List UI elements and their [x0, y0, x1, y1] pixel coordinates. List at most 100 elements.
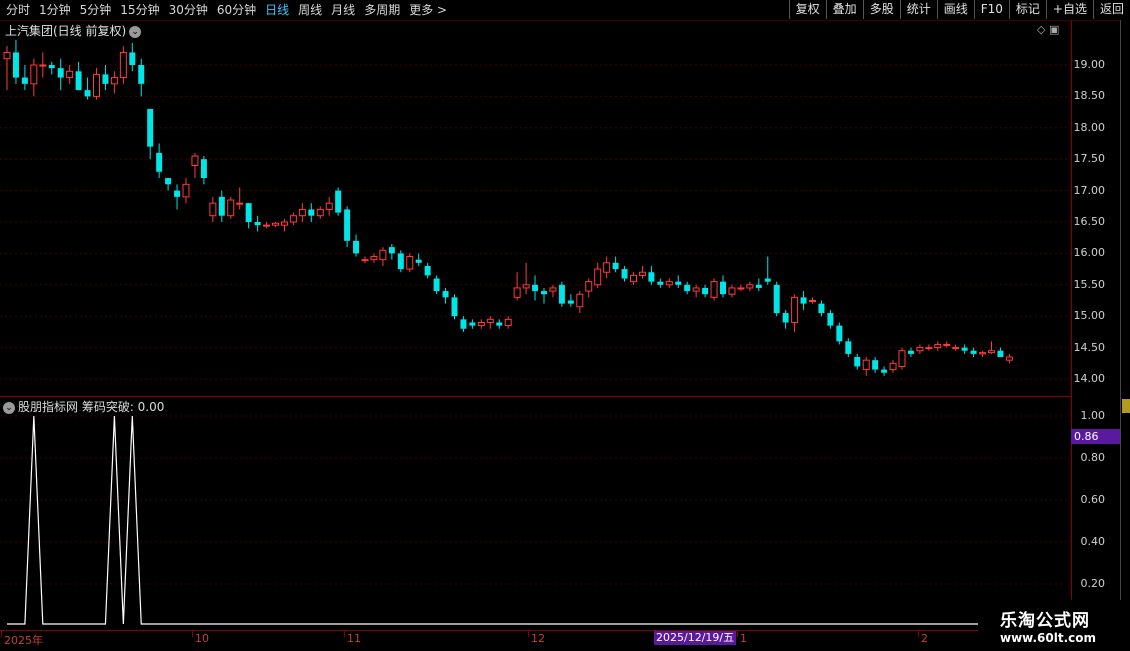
candle[interactable] [280, 218, 288, 232]
candle[interactable] [12, 39, 19, 84]
candle[interactable] [21, 65, 28, 91]
period-tab-0[interactable]: 分时 [6, 2, 30, 18]
candle[interactable] [585, 278, 593, 298]
candle[interactable] [773, 281, 780, 317]
candle[interactable] [684, 281, 691, 295]
candle[interactable] [791, 294, 799, 332]
candle[interactable] [451, 294, 458, 320]
candle[interactable] [576, 291, 584, 314]
candle[interactable] [298, 203, 306, 222]
candle[interactable] [66, 65, 74, 84]
candle[interactable] [889, 360, 897, 373]
candle[interactable] [442, 287, 449, 304]
period-tab-10[interactable]: 更多 > [409, 2, 447, 18]
candle[interactable] [460, 316, 467, 332]
indicator-chart[interactable] [0, 397, 1071, 630]
candle[interactable] [934, 341, 942, 351]
period-tab-8[interactable]: 月线 [331, 2, 355, 18]
candle[interactable] [845, 338, 852, 358]
candle[interactable] [102, 65, 109, 91]
candle[interactable] [692, 284, 700, 298]
candle[interactable] [665, 278, 673, 288]
price-chart[interactable] [0, 20, 1071, 396]
candle[interactable] [182, 178, 190, 204]
candle[interactable] [630, 272, 637, 285]
candle[interactable] [200, 156, 207, 185]
candle[interactable] [84, 77, 91, 100]
candle[interactable] [952, 344, 960, 351]
candle[interactable] [737, 284, 745, 292]
candle[interactable] [191, 152, 199, 179]
candle[interactable] [477, 319, 485, 329]
candle[interactable] [129, 43, 136, 72]
candle[interactable] [988, 341, 995, 354]
candle[interactable] [513, 272, 521, 301]
toolbar-button-5[interactable]: F10 [973, 0, 1009, 19]
candle[interactable] [254, 215, 261, 232]
candle[interactable] [496, 319, 503, 329]
candle[interactable] [809, 297, 816, 304]
period-tab-3[interactable]: 15分钟 [120, 2, 159, 18]
candle[interactable] [308, 203, 315, 222]
toolbar-button-3[interactable]: 统计 [899, 0, 937, 19]
candle[interactable] [862, 357, 870, 376]
candle[interactable] [209, 196, 217, 222]
candle[interactable] [522, 262, 530, 295]
toolbar-button-0[interactable]: 复权 [788, 0, 826, 19]
candle[interactable] [925, 344, 933, 351]
candle[interactable] [147, 108, 154, 160]
candle[interactable] [30, 58, 38, 97]
candle[interactable] [415, 253, 422, 266]
candle[interactable] [638, 265, 646, 279]
candle[interactable] [549, 284, 557, 298]
candle[interactable] [898, 347, 906, 370]
toolbar-button-6[interactable]: 标记 [1008, 0, 1046, 19]
candle[interactable] [612, 256, 619, 273]
candle[interactable] [755, 278, 762, 292]
candle[interactable] [165, 178, 172, 191]
candle[interactable] [702, 284, 709, 298]
candle[interactable] [675, 275, 682, 288]
candle[interactable] [970, 347, 977, 358]
candle[interactable] [370, 253, 378, 263]
period-tab-1[interactable]: 1分钟 [39, 2, 71, 18]
candle[interactable] [388, 243, 395, 260]
candle[interactable] [881, 366, 888, 376]
candle[interactable] [3, 46, 11, 91]
candle[interactable] [433, 275, 440, 295]
candle[interactable] [764, 256, 771, 285]
candle[interactable] [872, 357, 879, 373]
candle[interactable] [397, 250, 404, 273]
candle[interactable] [800, 291, 807, 310]
candle[interactable] [48, 61, 55, 75]
candle[interactable] [93, 68, 100, 100]
toolbar-button-4[interactable]: 画线 [936, 0, 974, 19]
candle[interactable] [325, 196, 333, 216]
candle[interactable] [379, 247, 387, 266]
candle[interactable] [728, 284, 736, 298]
candle[interactable] [335, 187, 342, 216]
candle[interactable] [720, 275, 726, 298]
period-tab-9[interactable]: 多周期 [364, 2, 400, 18]
period-tab-7[interactable]: 周线 [298, 2, 322, 18]
candle[interactable] [997, 347, 1004, 358]
period-tab-2[interactable]: 5分钟 [80, 2, 112, 18]
candle[interactable] [344, 206, 351, 248]
candle[interactable] [979, 350, 987, 358]
candle[interactable] [406, 253, 414, 273]
candle[interactable] [272, 222, 279, 228]
candle[interactable] [558, 281, 565, 307]
candle[interactable] [710, 278, 718, 301]
candle[interactable] [818, 300, 825, 317]
candle[interactable] [943, 341, 951, 348]
candle[interactable] [110, 71, 118, 94]
candle[interactable] [746, 281, 754, 292]
period-tab-4[interactable]: 30分钟 [169, 2, 208, 18]
candle[interactable] [227, 196, 235, 219]
toolbar-button-8[interactable]: 返回 [1092, 0, 1130, 19]
candle[interactable] [119, 46, 127, 84]
candle[interactable] [782, 309, 789, 329]
candle[interactable] [916, 344, 924, 354]
candle[interactable] [39, 52, 47, 78]
candle[interactable] [532, 275, 539, 301]
